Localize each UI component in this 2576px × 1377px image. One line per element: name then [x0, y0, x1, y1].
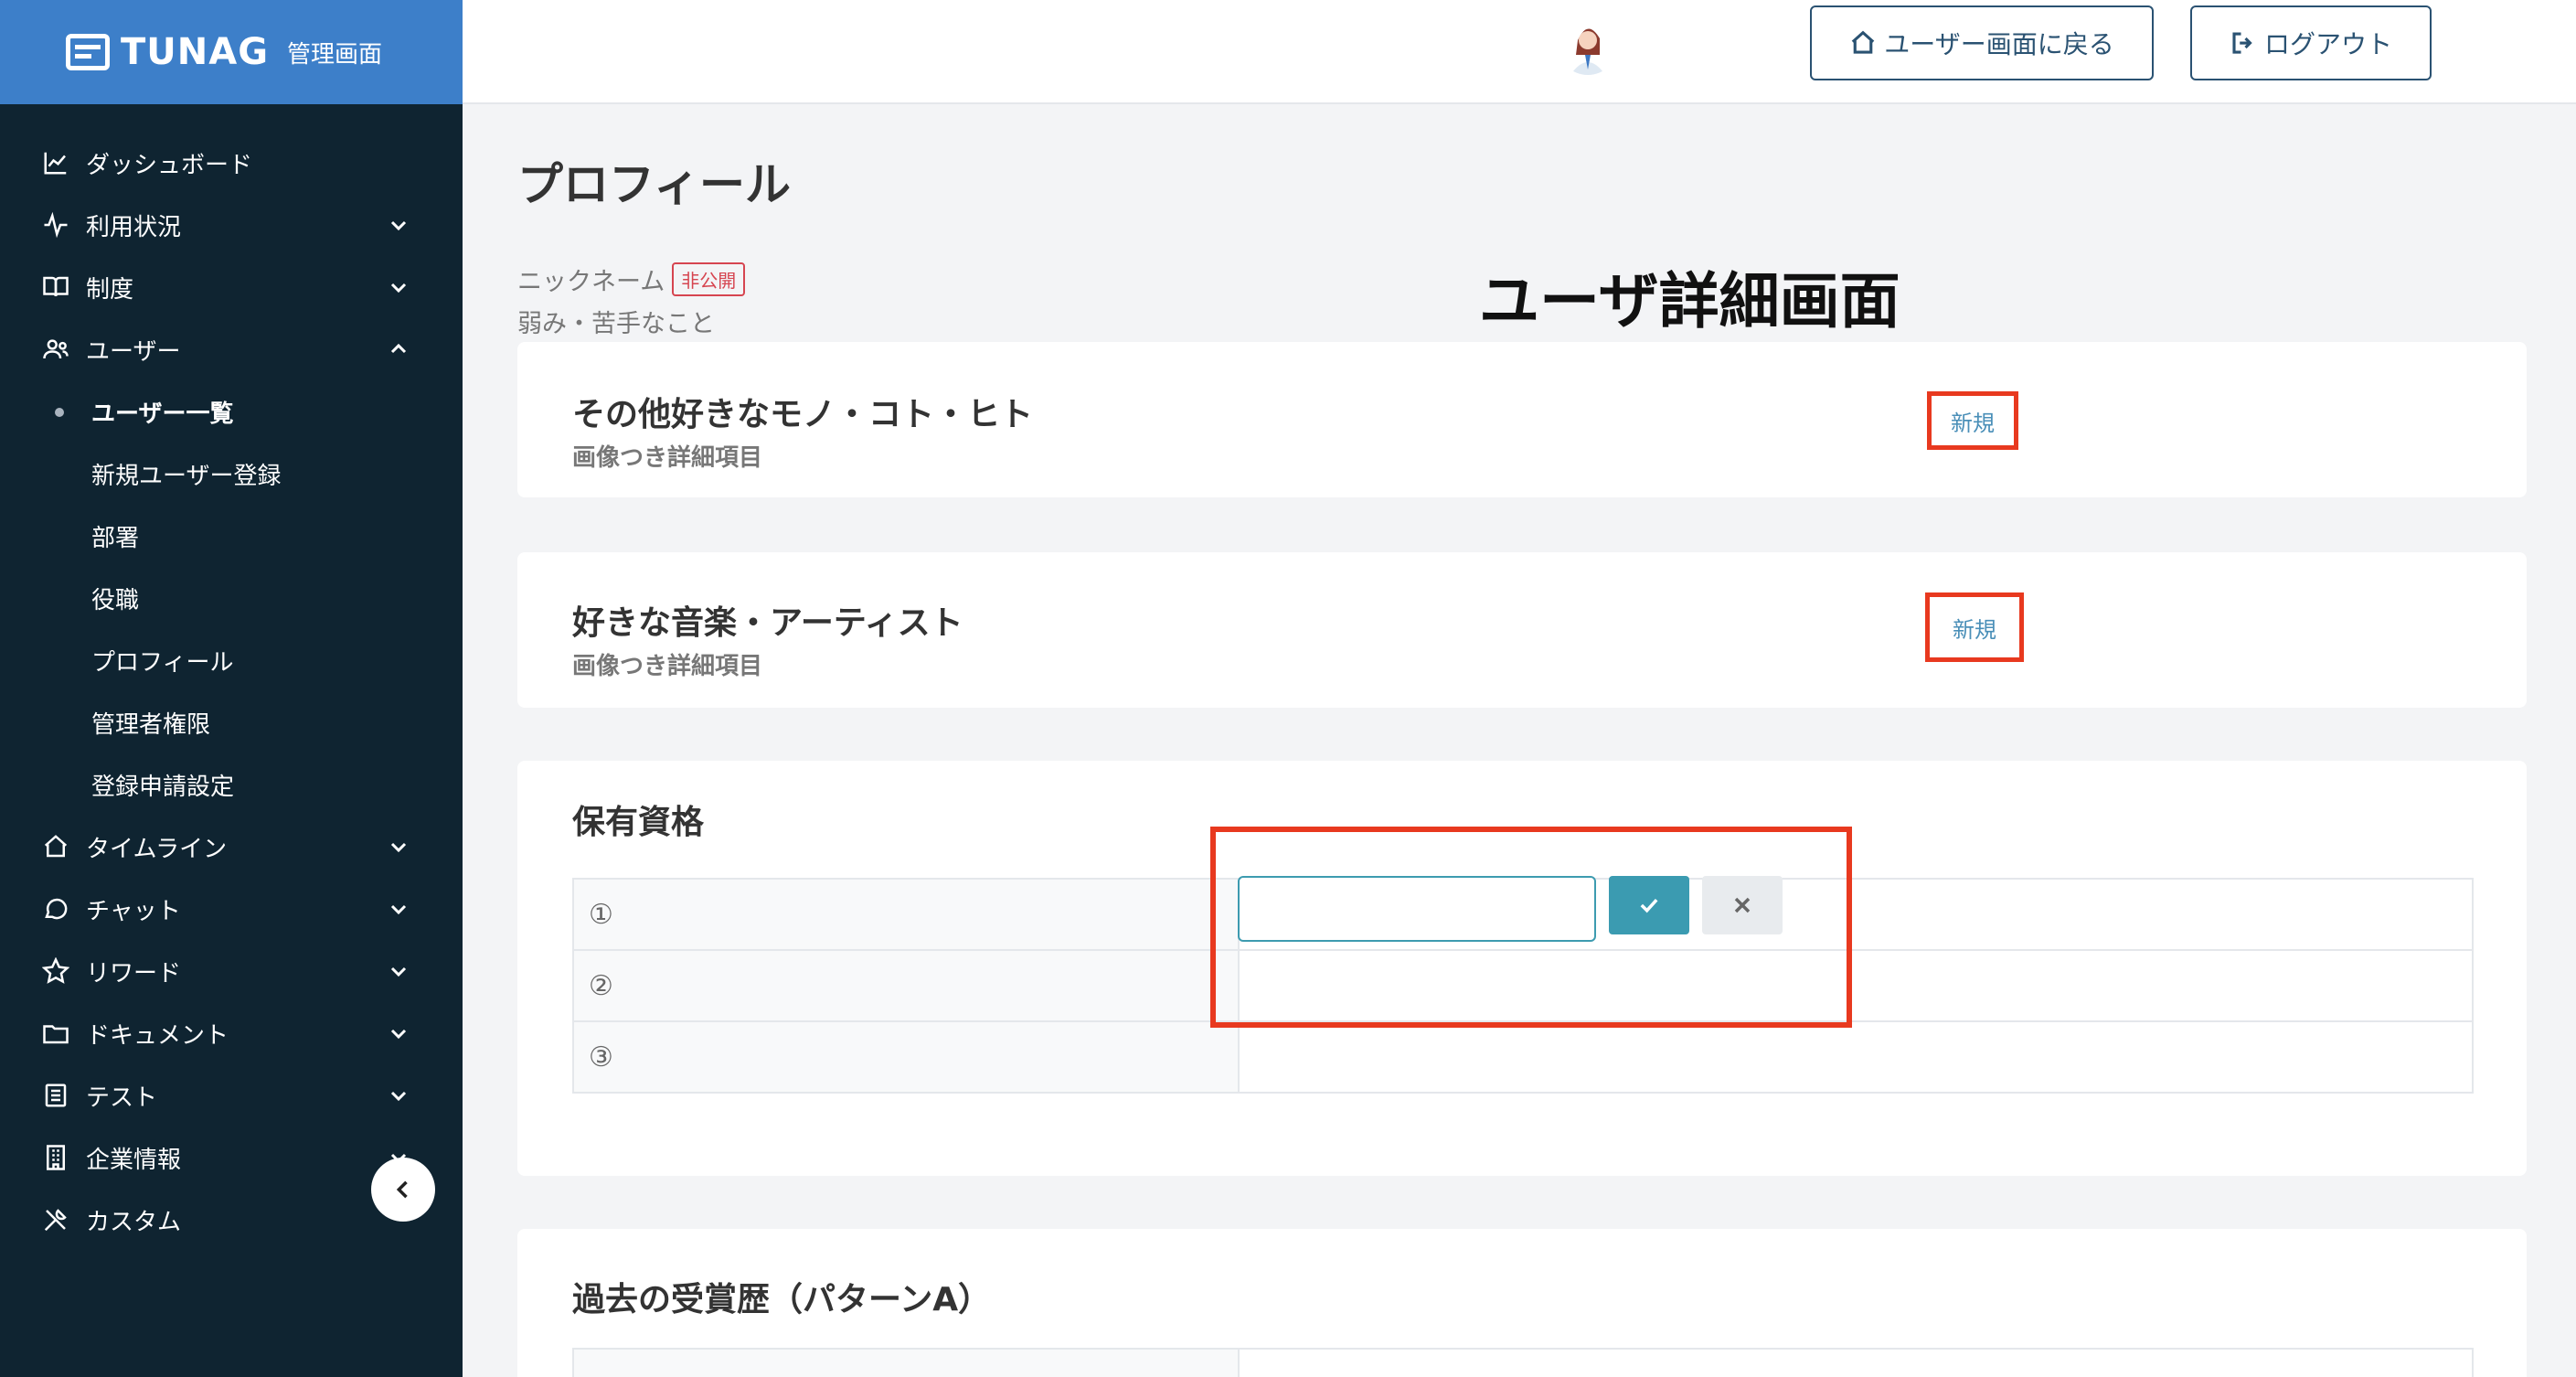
sidebar-subitem-label: プロフィール [91, 648, 234, 677]
sidebar-item-test[interactable]: テスト [0, 1064, 463, 1126]
sidebar-item-label: テスト [86, 1083, 158, 1112]
sidebar-item-label: リワード [86, 959, 182, 987]
page-title: プロフィール [517, 158, 791, 211]
sidebar-item-label: ドキュメント [86, 1021, 229, 1050]
brand-name: TUNAG [121, 31, 270, 73]
avatar[interactable] [1558, 15, 1618, 75]
new-button[interactable]: 新規 [1925, 592, 2024, 662]
logout-label: ログアウト [2263, 29, 2392, 59]
nickname-row: ニックネーム 非公開 [517, 262, 746, 297]
sidebar-item-label: 企業情報 [86, 1146, 182, 1174]
sidebar-subitem-label: ユーザー一覧 [91, 400, 234, 428]
sidebar-subitem-label: 役職 [91, 586, 140, 614]
sidebar-subitem-label: 登録申請設定 [91, 773, 235, 801]
building-icon [40, 1142, 71, 1173]
avatar-image [1558, 15, 1618, 75]
card-subtitle: 画像つき詳細項目 [572, 444, 763, 472]
tools-icon [40, 1204, 71, 1235]
card-title: 好きな音楽・アーティスト [572, 604, 963, 642]
brand-subtitle: 管理画面 [287, 40, 383, 69]
chevron-down-icon[interactable] [388, 836, 410, 858]
awards-table [572, 1348, 2474, 1377]
sidebar-subitem-positions[interactable]: 役職 [0, 567, 463, 629]
chevron-down-icon[interactable] [388, 960, 410, 982]
star-icon [40, 955, 71, 987]
sidebar-subitem-profile[interactable]: プロフィール [0, 629, 463, 691]
sidebar-item-label: ダッシュボード [86, 151, 253, 179]
chevron-down-icon[interactable] [388, 214, 410, 236]
brand-bar[interactable]: TUNAG 管理画面 [0, 0, 463, 104]
sidebar-subitem-new-user[interactable]: 新規ユーザー登録 [0, 443, 463, 505]
home-icon [40, 831, 71, 862]
sidebar-item-chat[interactable]: チャット [0, 878, 463, 940]
sidebar-item-label: チャット [86, 897, 181, 925]
row-label: ② [572, 949, 1240, 1022]
sidebar-item-users[interactable]: ユーザー [0, 318, 463, 380]
private-badge: 非公開 [672, 262, 746, 296]
sidebar-subitem-admin-rights[interactable]: 管理者権限 [0, 691, 463, 753]
sidebar-nav: ダッシュボード 利用状況 制度 ユーザー ユーザー一覧 新規ユーザー登録 部署 … [0, 104, 463, 1251]
row-value[interactable] [1238, 1020, 2474, 1094]
chevron-up-icon[interactable] [388, 338, 410, 360]
sidebar: TUNAG 管理画面 ダッシュボード 利用状況 制度 ユーザー ユーザー一覧 新… [0, 0, 463, 1377]
table-row [574, 1350, 1240, 1377]
top-header: ユーザー画面に戻る ログアウト [463, 0, 2576, 104]
card-title: 保有資格 [572, 804, 705, 841]
chevron-left-icon [396, 1180, 408, 1199]
sidebar-item-usage[interactable]: 利用状況 [0, 194, 463, 256]
nickname-label: ニックネーム [517, 268, 665, 296]
tunag-logo-icon [66, 34, 110, 70]
sidebar-subitem-user-list[interactable]: ユーザー一覧 [0, 380, 463, 443]
back-to-user-screen-label: ユーザー画面に戻る [1884, 29, 2114, 59]
sidebar-subitem-label: 管理者権限 [91, 710, 211, 739]
chevron-down-icon[interactable] [388, 1022, 410, 1044]
table-row: ③ [572, 1020, 2474, 1094]
sidebar-subitem-registration-settings[interactable]: 登録申請設定 [0, 753, 463, 816]
row-label: ① [572, 878, 1240, 951]
sidebar-item-label: 利用状況 [86, 213, 182, 241]
sidebar-item-label: タイムライン [86, 835, 228, 863]
activity-icon [40, 209, 71, 240]
card-title: その他好きなモノ・コト・ヒト [572, 396, 1034, 433]
row-label: ③ [572, 1020, 1240, 1094]
card-title: 過去の受賞歴（パターンA） [572, 1281, 992, 1318]
new-button[interactable]: 新規 [1927, 391, 2018, 450]
sidebar-item-documents[interactable]: ドキュメント [0, 1002, 463, 1064]
chart-line-icon [40, 147, 71, 178]
back-to-user-screen-button[interactable]: ユーザー画面に戻る [1810, 5, 2154, 80]
logout-button[interactable]: ログアウト [2190, 5, 2432, 80]
folder-icon [40, 1018, 71, 1049]
home-icon [1851, 30, 1875, 54]
chevron-down-icon[interactable] [388, 276, 410, 298]
logout-icon [2232, 32, 2252, 54]
sidebar-item-dashboard[interactable]: ダッシュボード [0, 132, 463, 194]
profile-card-favorite-things: その他好きなモノ・コト・ヒト 画像つき詳細項目 新規 [517, 342, 2527, 497]
new-button-label: 新規 [1953, 616, 1996, 643]
annotation-highlight-box [1210, 827, 1852, 1028]
sidebar-item-system[interactable]: 制度 [0, 256, 463, 318]
chevron-down-icon[interactable] [388, 898, 410, 920]
users-icon [40, 334, 71, 365]
sidebar-item-label: 制度 [86, 275, 134, 304]
sidebar-subitem-label: 部署 [91, 524, 140, 552]
sidebar-item-label: カスタム [86, 1208, 182, 1236]
main-content: プロフィール ニックネーム 非公開 弱み・苦手なこと ユーザ詳細画面 その他好き… [463, 104, 2576, 1377]
sidebar-item-timeline[interactable]: タイムライン [0, 816, 463, 878]
annotation-title: ユーザ詳細画面 [1479, 266, 1900, 336]
sidebar-item-label: ユーザー [86, 337, 181, 366]
chat-icon [40, 893, 71, 924]
weakness-label: 弱み・苦手なこと [517, 310, 715, 338]
sidebar-subitem-label: 新規ユーザー登録 [91, 462, 282, 490]
checklist-icon [40, 1080, 71, 1111]
card-subtitle: 画像つき詳細項目 [572, 653, 763, 680]
sidebar-collapse-button[interactable] [371, 1158, 435, 1222]
sidebar-subitem-departments[interactable]: 部署 [0, 505, 463, 567]
new-button-label: 新規 [1951, 410, 1995, 436]
profile-card-favorite-music: 好きな音楽・アーティスト 画像つき詳細項目 新規 [517, 552, 2527, 708]
book-icon [40, 272, 71, 303]
profile-card-awards: 過去の受賞歴（パターンA） [517, 1229, 2527, 1377]
sidebar-item-reward[interactable]: リワード [0, 940, 463, 1002]
chevron-down-icon[interactable] [388, 1084, 410, 1106]
